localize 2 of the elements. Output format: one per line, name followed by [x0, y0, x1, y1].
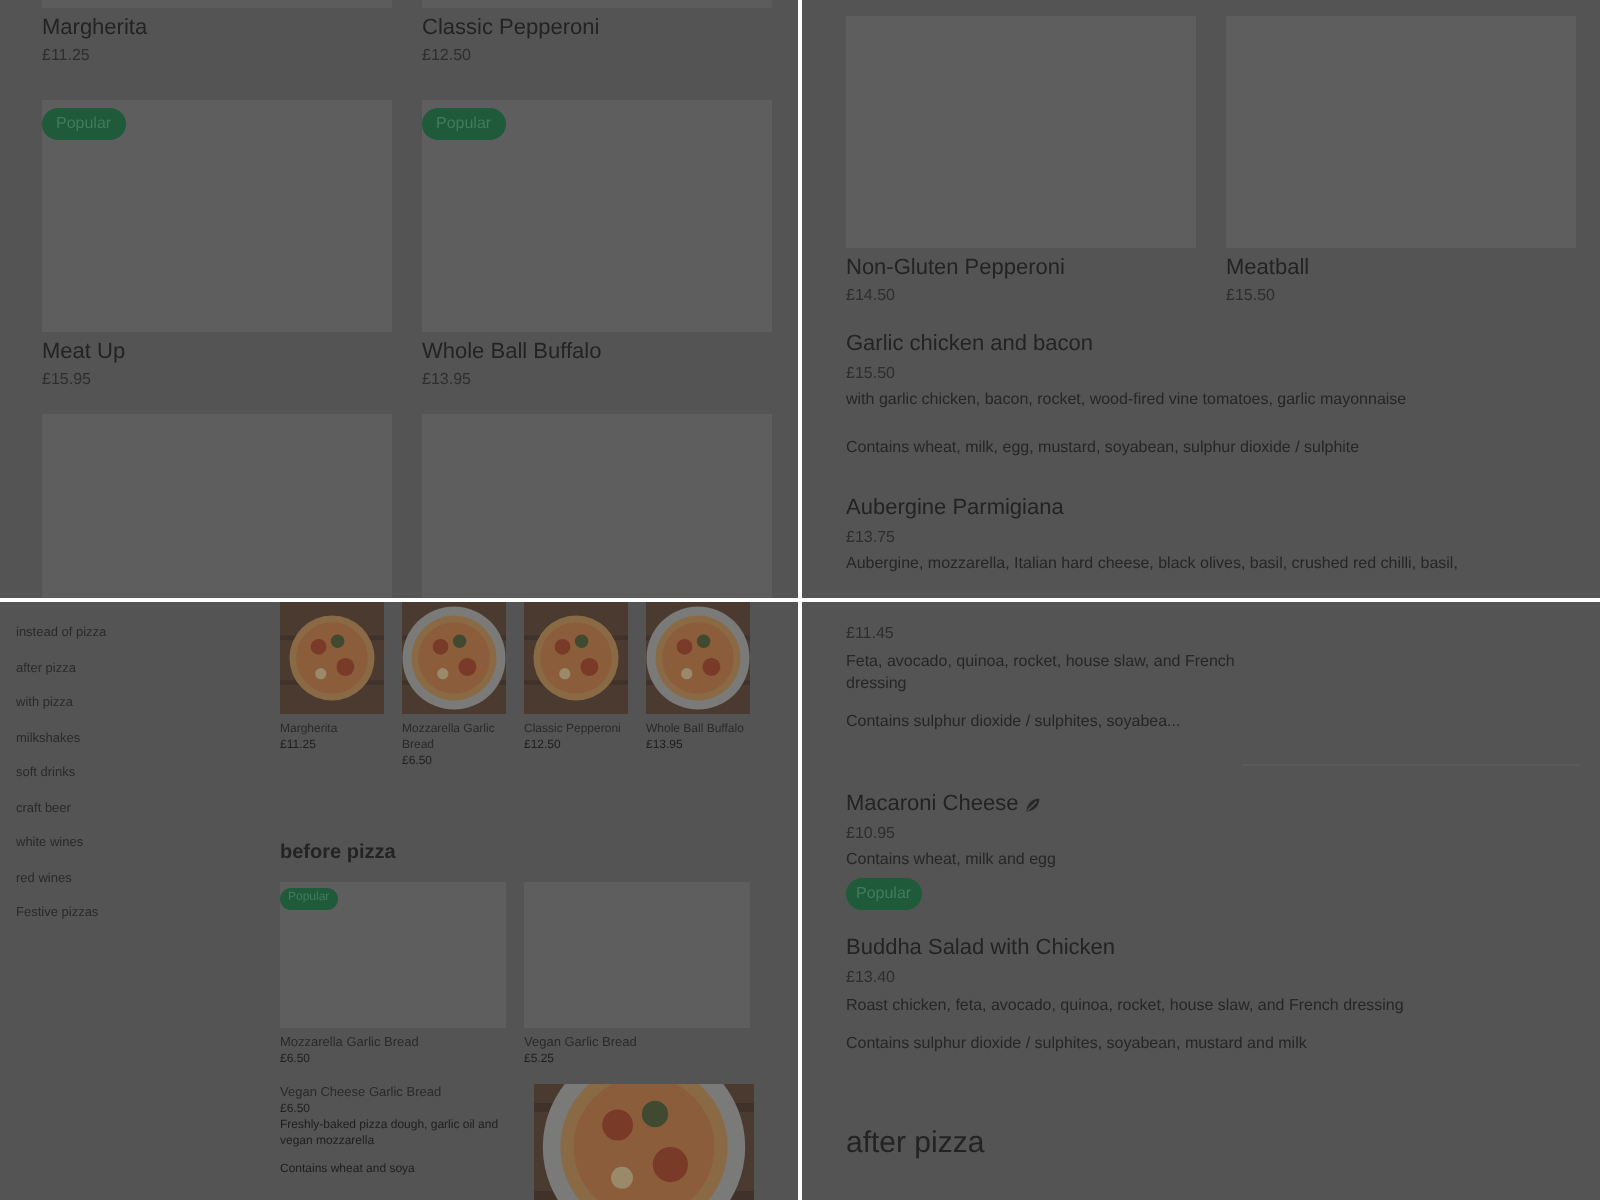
- image-placeholder[interactable]: [42, 414, 392, 598]
- image-placeholder[interactable]: [422, 414, 772, 598]
